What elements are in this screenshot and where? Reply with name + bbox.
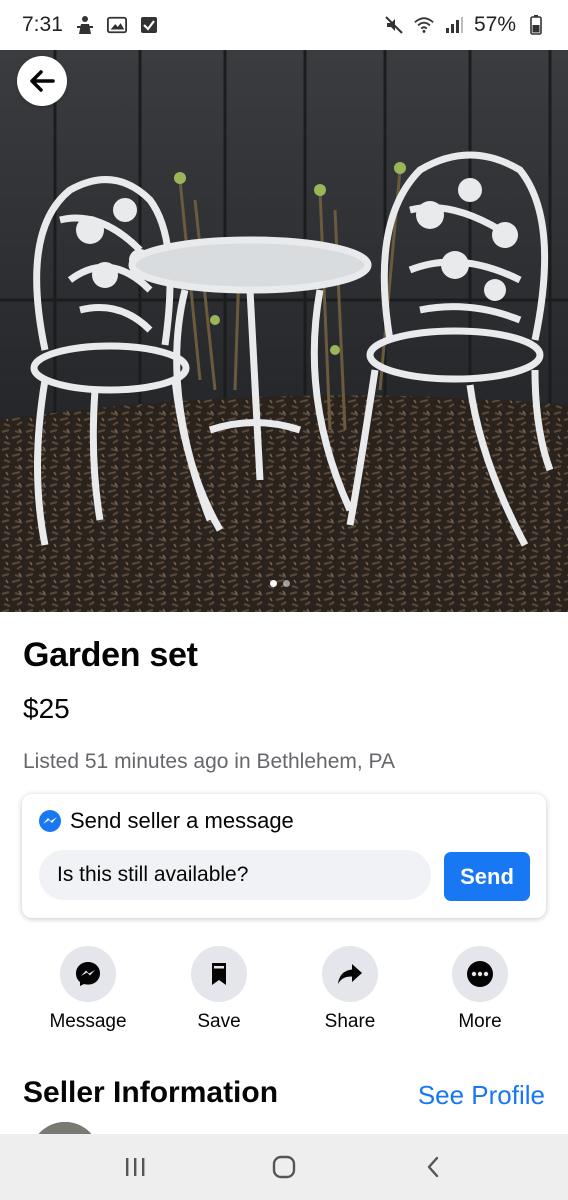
checkbox-notification-icon <box>139 15 159 35</box>
battery-percent: 57% <box>473 13 516 36</box>
send-message-heading: Send seller a message <box>38 808 294 834</box>
share-action[interactable]: Share <box>290 946 410 1033</box>
send-message-card: Send seller a message Send <box>22 794 546 918</box>
battery-icon <box>526 15 546 35</box>
listing-price: $25 <box>23 693 70 724</box>
seller-info-title: Seller Information <box>23 1076 279 1109</box>
home-icon <box>272 1155 296 1179</box>
send-message-heading-text: Send seller a message <box>70 808 294 833</box>
wifi-icon <box>414 15 434 35</box>
status-left: 7:31 <box>22 13 159 37</box>
person-notification-icon <box>75 15 95 35</box>
signal-icon <box>444 15 464 35</box>
recents-icon <box>125 1158 145 1176</box>
save-action-label: Save <box>197 1011 241 1032</box>
home-button[interactable] <box>254 1142 314 1192</box>
more-dots-icon <box>467 961 493 987</box>
more-action[interactable]: More <box>420 946 540 1033</box>
share-action-circle[interactable] <box>322 946 378 1002</box>
save-action-circle[interactable] <box>191 946 247 1002</box>
carousel-dot-active[interactable] <box>270 580 277 587</box>
messenger-icon <box>39 810 61 832</box>
listing-photo[interactable] <box>0 50 568 612</box>
carousel-indicator <box>270 580 290 587</box>
share-action-label: Share <box>324 1011 376 1032</box>
listing-meta: Listed 51 minutes ago in Bethlehem, PA <box>23 750 396 773</box>
recents-button[interactable] <box>105 1142 165 1192</box>
send-button[interactable]: Send <box>444 852 530 901</box>
listing-photo-illustration <box>0 50 568 612</box>
listing-title: Garden set <box>23 636 198 674</box>
image-notification-icon <box>106 15 127 35</box>
bookmark-icon <box>212 963 226 985</box>
chevron-left-icon <box>428 1156 439 1178</box>
share-arrow-icon <box>338 964 362 984</box>
message-input[interactable] <box>39 850 431 900</box>
status-right: 57% <box>384 13 546 37</box>
more-action-label: More <box>458 1011 502 1032</box>
back-arrow-icon <box>30 70 55 92</box>
status-bar: 7:31 57% <box>0 0 568 50</box>
more-action-circle[interactable] <box>452 946 508 1002</box>
see-profile-link[interactable]: See Profile <box>418 1080 545 1111</box>
message-action[interactable]: Message <box>28 946 148 1033</box>
messenger-icon <box>76 962 100 986</box>
message-action-circle[interactable] <box>60 946 116 1002</box>
back-button[interactable] <box>17 56 67 106</box>
carousel-dot[interactable] <box>283 580 290 587</box>
mute-icon <box>384 15 404 35</box>
system-nav-bar <box>0 1134 568 1200</box>
system-back-button[interactable] <box>403 1142 463 1192</box>
save-action[interactable]: Save <box>159 946 279 1033</box>
message-action-label: Message <box>49 1011 127 1032</box>
status-time: 7:31 <box>22 13 63 36</box>
